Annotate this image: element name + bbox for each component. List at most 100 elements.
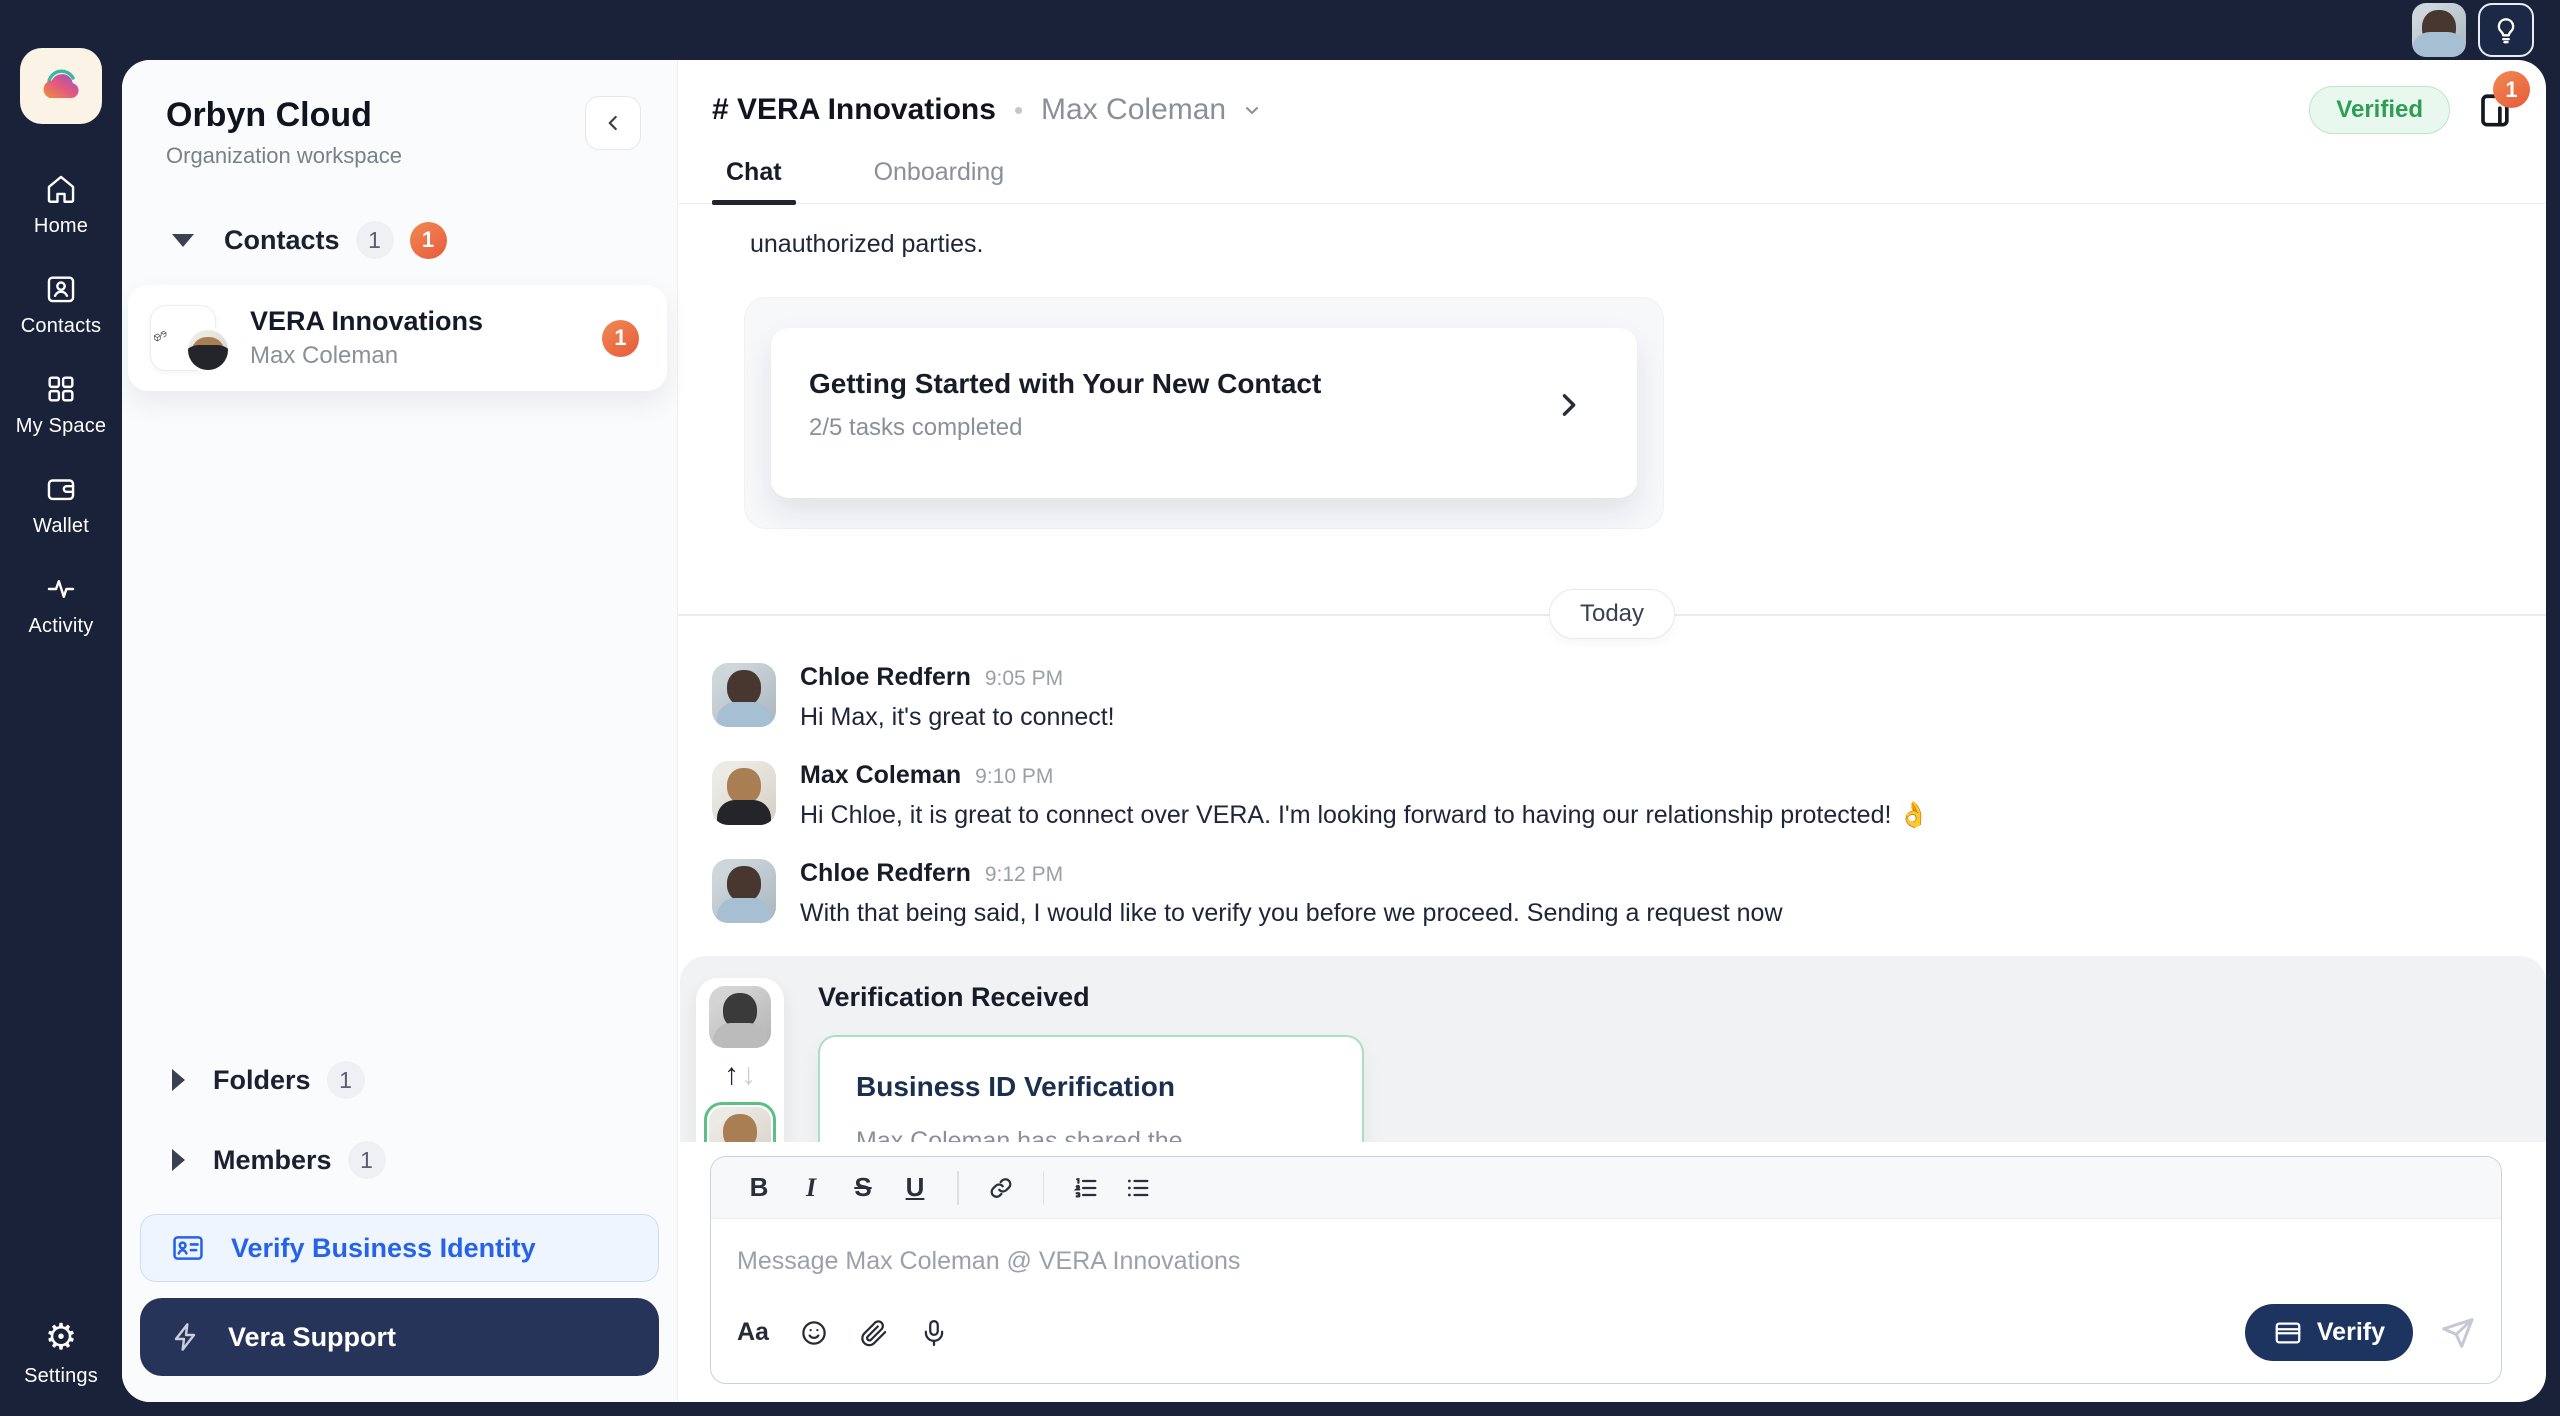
id-card-icon	[171, 1231, 205, 1265]
verification-card[interactable]: Business ID Verification Max Coleman has…	[818, 1035, 1364, 1142]
attachment-button[interactable]	[859, 1318, 889, 1348]
credit-card-icon	[2273, 1318, 2303, 1348]
bold-button[interactable]: B	[737, 1166, 781, 1210]
lightbulb-icon	[2491, 15, 2521, 45]
rail-item-label: Home	[33, 215, 89, 237]
rail-item-label: My Space	[15, 415, 107, 437]
avatar	[712, 858, 776, 923]
members-count-badge: 1	[347, 1141, 386, 1179]
contacts-section-header[interactable]: Contacts 1 1	[122, 221, 677, 259]
rail-item-contacts[interactable]: Contacts	[6, 272, 116, 338]
home-icon	[44, 172, 78, 206]
send-icon	[2442, 1317, 2474, 1348]
verification-avatars: ↑ ↓	[696, 978, 784, 1142]
collapse-sidebar-button[interactable]	[585, 96, 641, 150]
orbyn-logo[interactable]	[20, 48, 102, 124]
getting-started-progress: 2/5 tasks completed	[809, 414, 1023, 441]
underline-button[interactable]: U	[893, 1166, 937, 1210]
emoji-button[interactable]	[799, 1318, 829, 1348]
chat-tabs: Chat Onboarding	[712, 158, 2516, 205]
message-composer: B I S U Message Max Coleman @ VERA Innov…	[710, 1156, 2502, 1384]
message-text: Hi Max, it's great to connect!	[800, 703, 1115, 731]
avatar	[709, 1107, 771, 1142]
ordered-list-button[interactable]	[1064, 1166, 1108, 1210]
vera-support-button[interactable]: Vera Support	[140, 1298, 659, 1376]
contact-list-item[interactable]: VERA Innovations Max Coleman 1	[128, 285, 667, 391]
truncated-message-text: unauthorized parties.	[750, 230, 984, 258]
voice-message-button[interactable]	[919, 1318, 949, 1348]
channel-title: # VERA Innovations	[712, 93, 996, 126]
gear-icon: ⚙	[44, 1317, 78, 1358]
vera-support-label: Vera Support	[228, 1321, 397, 1352]
contact-book-button[interactable]: 1	[2472, 71, 2530, 132]
workspace-subtitle: Organization workspace	[166, 143, 403, 168]
rail-item-settings[interactable]: ⚙ Settings	[6, 1320, 116, 1388]
members-label: Members	[213, 1144, 332, 1175]
message-row: Chloe Redfern 9:05 PM Hi Max, it's great…	[678, 663, 2546, 735]
rail-item-activity[interactable]: Activity	[6, 572, 116, 638]
wallet-icon	[44, 472, 78, 506]
verify-business-identity-button[interactable]: Verify Business Identity	[140, 1214, 659, 1282]
verified-status-badge: Verified	[2309, 86, 2450, 134]
verify-button[interactable]: Verify	[2244, 1304, 2413, 1361]
italic-button[interactable]: I	[789, 1166, 833, 1210]
message-text: Hi Chloe, it is great to connect over VE…	[800, 800, 1930, 829]
ordered-list-icon	[1073, 1177, 1097, 1198]
send-button[interactable]	[2437, 1313, 2477, 1353]
rail-item-label: Activity	[28, 615, 94, 637]
rail-item-label: Wallet	[32, 515, 90, 537]
tips-button[interactable]	[2478, 3, 2534, 57]
link-icon	[990, 1177, 1011, 1198]
rail-item-my-space[interactable]: My Space	[6, 372, 116, 438]
message-author: Chloe Redfern	[800, 858, 971, 887]
message-text: With that being said, I would like to ve…	[800, 898, 1783, 927]
nav-rail: Home Contacts My Space Wallet Activity ⚙…	[0, 0, 122, 1416]
microphone-icon	[924, 1319, 944, 1346]
chevron-down-icon[interactable]	[1240, 98, 1264, 122]
grid-icon	[44, 372, 78, 406]
getting-started-card[interactable]: Getting Started with Your New Contact 2/…	[771, 328, 1637, 498]
tab-chat[interactable]: Chat	[712, 158, 796, 205]
message-time: 9:12 PM	[984, 862, 1064, 886]
caret-right-icon	[172, 1149, 185, 1171]
rail-item-label: Contacts	[20, 315, 102, 337]
message-author: Max Coleman	[800, 760, 962, 789]
company-avatar	[150, 305, 231, 373]
channel-person[interactable]: Max Coleman	[1041, 93, 1226, 127]
bullet-list-button[interactable]	[1116, 1166, 1160, 1210]
date-divider: Today	[678, 589, 2546, 639]
rail-item-home[interactable]: Home	[6, 172, 116, 238]
avatar	[712, 760, 776, 825]
message-row: Chloe Redfern 9:12 PM With that being sa…	[678, 858, 2546, 931]
rail-item-wallet[interactable]: Wallet	[6, 472, 116, 538]
members-section-header[interactable]: Members 1	[122, 1120, 677, 1200]
contact-unread-badge: 1	[602, 319, 639, 357]
contacts-count-badge: 1	[355, 221, 394, 259]
rail-nav: Home Contacts My Space Wallet Activity	[6, 172, 116, 638]
user-avatar[interactable]	[2412, 3, 2466, 57]
arrow-down-icon: ↓	[741, 1058, 756, 1092]
text-format-button[interactable]: Aa	[737, 1318, 769, 1347]
tab-onboarding[interactable]: Onboarding	[860, 158, 1019, 203]
contact-person-name: Max Coleman	[250, 342, 399, 369]
message-list[interactable]: unauthorized parties. Getting Started wi…	[678, 204, 2546, 1142]
workspace-name: Orbyn Cloud	[166, 96, 372, 134]
workspace-info: Orbyn Cloud Organization workspace	[166, 96, 402, 169]
emoji-icon	[802, 1320, 826, 1345]
exchange-arrows-icon: ↑ ↓	[724, 1058, 756, 1092]
message-author: Chloe Redfern	[800, 663, 971, 691]
verified-avatar-frame	[704, 1102, 776, 1142]
verification-header: Verification Received	[818, 982, 1090, 1013]
caret-down-icon	[172, 233, 194, 247]
verification-card-title: Business ID Verification	[856, 1071, 1175, 1103]
strikethrough-button[interactable]: S	[841, 1166, 885, 1210]
date-pill: Today	[1548, 589, 1676, 639]
contact-company-name: VERA Innovations	[250, 306, 484, 336]
folders-section-header[interactable]: Folders 1	[122, 1040, 677, 1120]
toolbar-divider	[1042, 1170, 1044, 1205]
message-input[interactable]	[737, 1247, 2475, 1276]
link-button[interactable]	[979, 1166, 1023, 1210]
getting-started-panel: Getting Started with Your New Contact 2/…	[744, 297, 1664, 529]
paperclip-icon	[861, 1319, 887, 1346]
